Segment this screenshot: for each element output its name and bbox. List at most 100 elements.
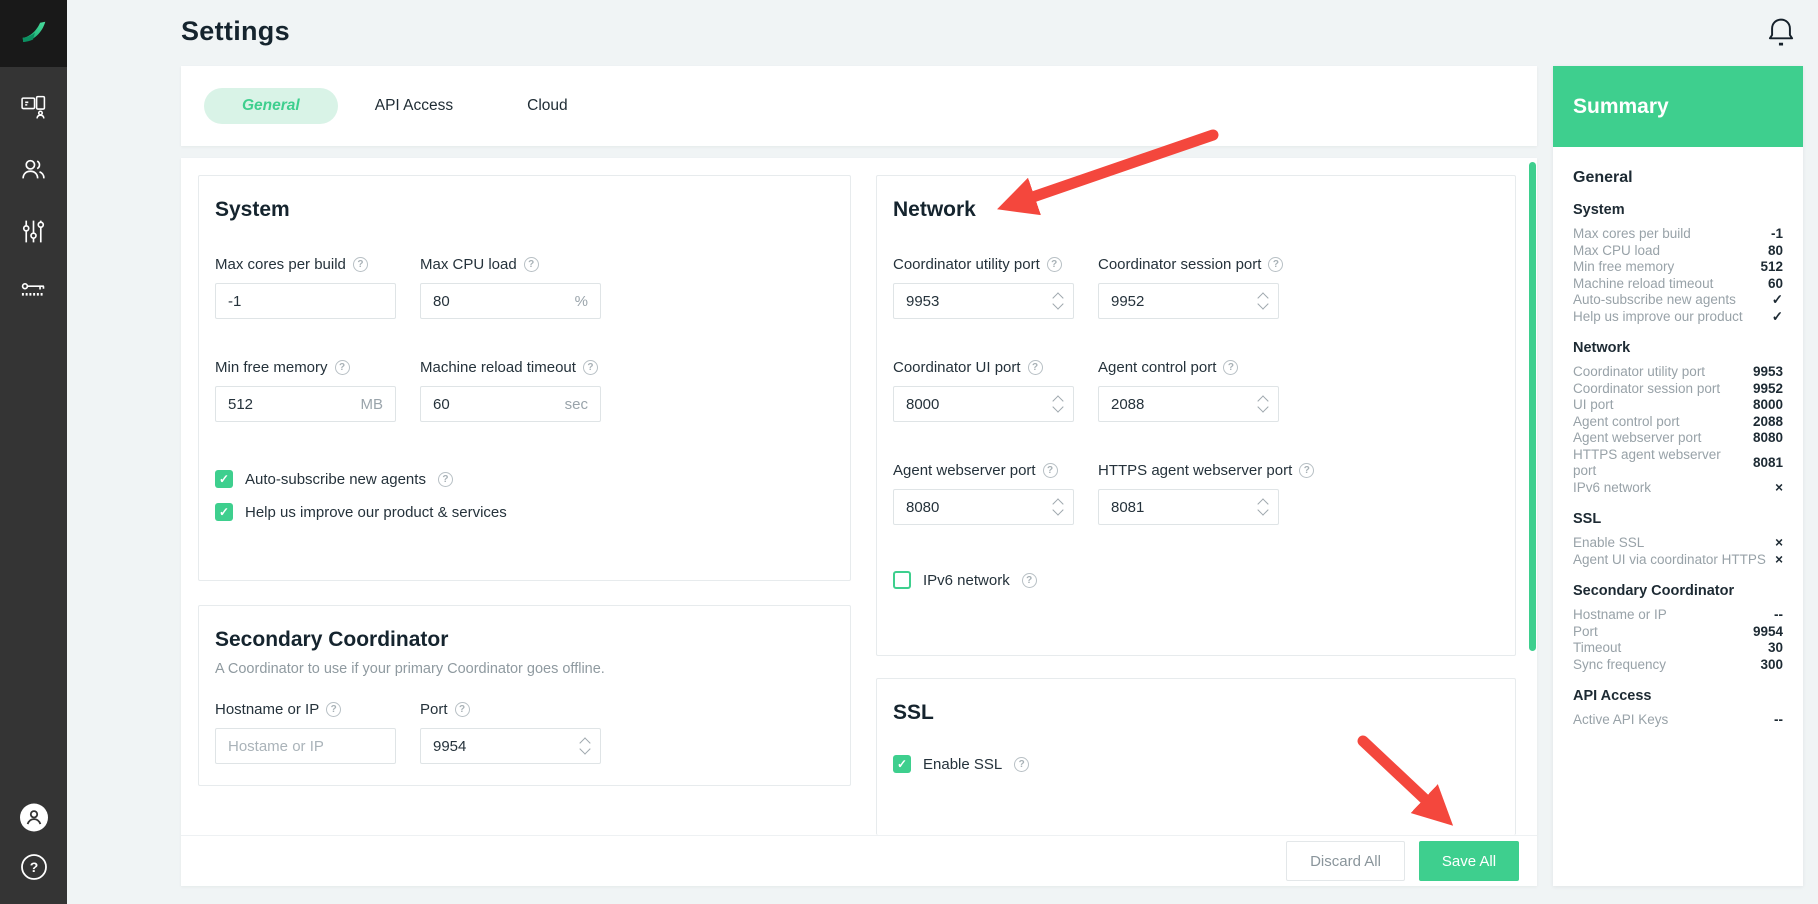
checkbox-unchecked-icon[interactable]: [893, 571, 911, 589]
help-icon[interactable]: ?: [1014, 757, 1029, 772]
session-port-field: Coordinator session port ?: [1098, 256, 1279, 319]
agent-webserver-port-label: Agent webserver port: [893, 462, 1036, 479]
reload-timeout-input-box: sec: [420, 386, 601, 422]
help-icon[interactable]: ?: [1047, 257, 1062, 272]
number-stepper[interactable]: [1259, 397, 1267, 411]
checkbox-checked-icon[interactable]: ✓: [893, 755, 911, 773]
min-memory-field: Min free memory ? MB: [215, 359, 396, 422]
agent-webserver-port-input[interactable]: [906, 499, 1061, 516]
secondary-port-input[interactable]: [433, 738, 588, 755]
network-card: Network Coordinator utility port ? Coord…: [876, 175, 1516, 656]
user-avatar[interactable]: [19, 802, 49, 832]
help-icon[interactable]: ?: [335, 360, 350, 375]
save-all-button[interactable]: Save All: [1419, 841, 1519, 881]
sidebar-item-settings[interactable]: [19, 216, 49, 246]
help-button[interactable]: ?: [19, 852, 49, 882]
summary-row: Coordinator utility port9953: [1573, 364, 1783, 381]
session-port-input-box: [1098, 283, 1279, 319]
tab-api-access[interactable]: API Access: [338, 97, 490, 115]
secondary-card-subtitle: A Coordinator to use if your primary Coo…: [215, 661, 834, 677]
help-icon[interactable]: ?: [455, 702, 470, 717]
network-card-title: Network: [893, 198, 1499, 222]
help-icon[interactable]: ?: [1028, 360, 1043, 375]
improve-product-label: Help us improve our product & services: [245, 504, 507, 521]
summary-group-general: General: [1573, 169, 1783, 187]
summary-section-ssl: SSL: [1573, 511, 1783, 527]
sidebar-bottom: ?: [0, 802, 67, 904]
number-stepper[interactable]: [1054, 294, 1062, 308]
improve-product-checkbox-row[interactable]: ✓ Help us improve our product & services: [215, 503, 834, 521]
discard-all-button[interactable]: Discard All: [1286, 841, 1405, 881]
summary-row: Agent control port2088: [1573, 414, 1783, 431]
summary-row: Hostname or IP--: [1573, 607, 1783, 624]
enable-ssl-checkbox-row[interactable]: ✓ Enable SSL ?: [893, 755, 1499, 773]
sidebar-item-agents[interactable]: [19, 92, 49, 122]
incredibuild-logo-icon: [18, 18, 50, 50]
max-cores-input[interactable]: [228, 293, 383, 310]
help-icon[interactable]: ?: [1299, 463, 1314, 478]
unit-suffix: %: [575, 293, 588, 310]
help-icon[interactable]: ?: [1022, 573, 1037, 588]
number-stepper[interactable]: [1259, 294, 1267, 308]
number-stepper[interactable]: [581, 739, 589, 753]
unit-suffix: sec: [565, 396, 588, 413]
sidebar-item-users[interactable]: [19, 154, 49, 184]
summary-row: Agent webserver port8080: [1573, 430, 1783, 447]
tab-cloud[interactable]: Cloud: [490, 97, 605, 115]
help-icon[interactable]: ?: [353, 257, 368, 272]
https-webserver-port-input[interactable]: [1111, 499, 1266, 516]
summary-section-system: System: [1573, 202, 1783, 218]
help-icon[interactable]: ?: [1268, 257, 1283, 272]
reload-timeout-input[interactable]: [433, 396, 565, 413]
system-card-title: System: [215, 198, 834, 222]
help-icon[interactable]: ?: [1043, 463, 1058, 478]
agents-machines-icon: [20, 94, 47, 121]
auto-subscribe-checkbox-row[interactable]: ✓ Auto-subscribe new agents ?: [215, 470, 834, 488]
utility-port-field: Coordinator utility port ?: [893, 256, 1074, 319]
checkbox-checked-icon[interactable]: ✓: [215, 503, 233, 521]
help-icon[interactable]: ?: [326, 702, 341, 717]
secondary-card-title: Secondary Coordinator: [215, 628, 834, 652]
agent-control-port-input[interactable]: [1111, 396, 1266, 413]
sidebar-item-license[interactable]: [19, 278, 49, 308]
summary-row: Auto-subscribe new agents✓: [1573, 292, 1783, 309]
min-memory-input[interactable]: [228, 396, 361, 413]
ui-port-input[interactable]: [906, 396, 1061, 413]
summary-panel: Summary General System Max cores per bui…: [1553, 66, 1803, 886]
hostname-input-box: [215, 728, 396, 764]
ui-port-field: Coordinator UI port ?: [893, 359, 1074, 422]
summary-row: IPv6 network×: [1573, 480, 1783, 497]
number-stepper[interactable]: [1259, 500, 1267, 514]
user-avatar-icon: [19, 802, 49, 833]
checkbox-checked-icon[interactable]: ✓: [215, 470, 233, 488]
help-icon[interactable]: ?: [524, 257, 539, 272]
users-icon: [20, 156, 47, 183]
panel-scrollbar-thumb[interactable]: [1529, 162, 1536, 651]
actions-bar: Discard All Save All: [181, 835, 1537, 886]
ipv6-checkbox-row[interactable]: IPv6 network ?: [893, 571, 1499, 589]
session-port-input[interactable]: [1111, 293, 1266, 310]
license-key-icon: [20, 280, 47, 307]
tab-general[interactable]: General: [204, 88, 338, 124]
help-icon[interactable]: ?: [1223, 360, 1238, 375]
summary-row: Port9954: [1573, 624, 1783, 641]
ui-port-label: Coordinator UI port: [893, 359, 1021, 376]
help-icon[interactable]: ?: [583, 360, 598, 375]
agent-control-port-field: Agent control port ?: [1098, 359, 1279, 422]
help-icon[interactable]: ?: [438, 472, 453, 487]
max-cpu-input-box: %: [420, 283, 601, 319]
hostname-label: Hostname or IP: [215, 701, 319, 718]
number-stepper[interactable]: [1054, 397, 1062, 411]
hostname-input[interactable]: [228, 738, 383, 755]
min-memory-label: Min free memory: [215, 359, 328, 376]
utility-port-input[interactable]: [906, 293, 1061, 310]
max-cpu-input[interactable]: [433, 293, 575, 310]
summary-section-api: API Access: [1573, 688, 1783, 704]
max-cores-input-box: [215, 283, 396, 319]
session-port-label: Coordinator session port: [1098, 256, 1261, 273]
notifications-button[interactable]: [1766, 16, 1796, 48]
summary-title: Summary: [1553, 66, 1803, 147]
number-stepper[interactable]: [1054, 500, 1062, 514]
app-logo[interactable]: [0, 0, 67, 67]
summary-row: Agent UI via coordinator HTTPS×: [1573, 552, 1783, 569]
